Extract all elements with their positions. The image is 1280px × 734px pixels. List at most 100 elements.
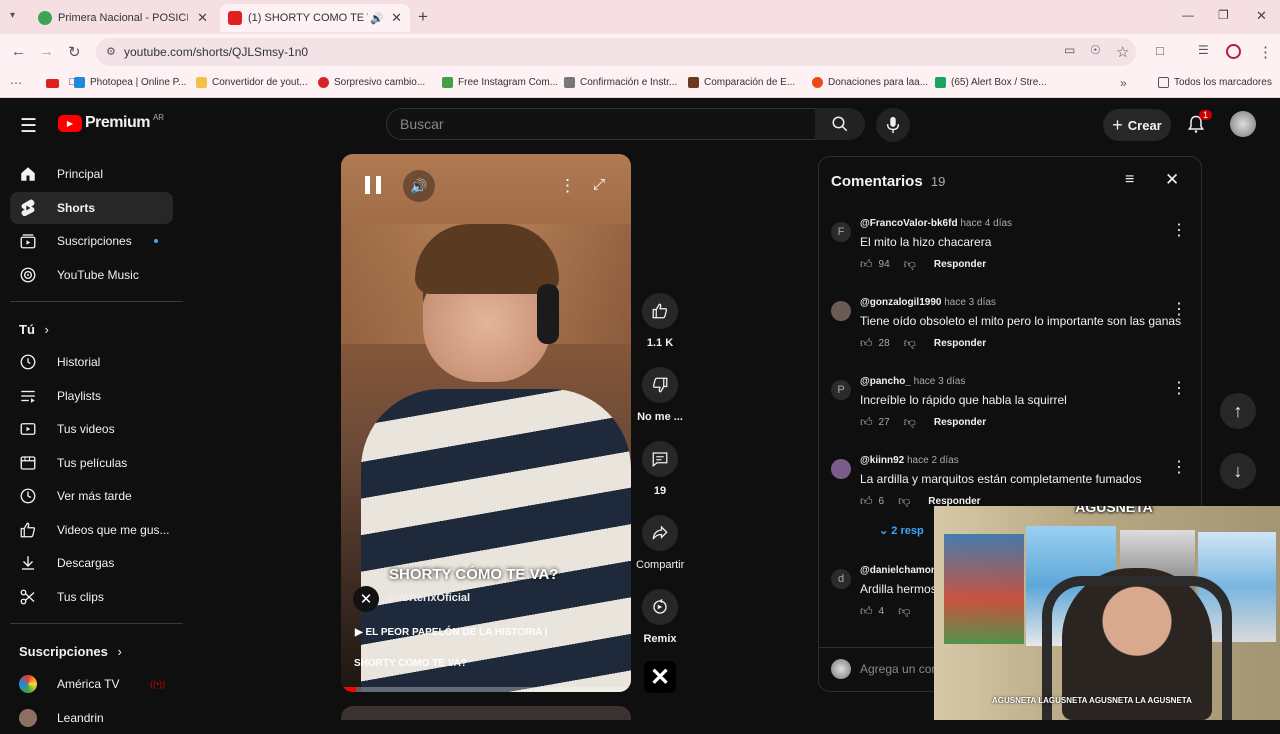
tab-shorty[interactable]: (1) SHORTY COMO TE VA? 🔊 ✕	[220, 4, 410, 32]
bookmark-donaciones[interactable]: Donaciones para laa...	[812, 77, 928, 88]
comment-avatar[interactable]: P	[831, 380, 851, 400]
thumbs-down-icon[interactable]: 👎︎	[904, 415, 916, 430]
account-avatar[interactable]	[1230, 111, 1256, 137]
comment-avatar[interactable]	[831, 301, 851, 321]
sidebar-item-tus-peliculas[interactable]: Tus películas	[10, 447, 173, 479]
comment-author[interactable]: @danielchamon	[860, 565, 937, 576]
sidebar-item-shorts[interactable]: Shorts	[10, 192, 173, 224]
media-icon[interactable]: ☰	[1198, 43, 1209, 57]
close-comments-icon[interactable]: ✕	[1165, 170, 1179, 190]
comment-more-icon[interactable]: ⋮	[1171, 457, 1187, 477]
new-tab-button[interactable]: +	[418, 7, 428, 27]
thumbs-down-icon[interactable]: 👎︎	[904, 257, 916, 272]
reply-button[interactable]: Responder	[934, 259, 986, 270]
comment-author[interactable]: @kiinn92	[860, 455, 904, 466]
thumbs-up-icon[interactable]: 👍︎	[860, 494, 873, 509]
bookmark-convertidor[interactable]: Convertidor de yout...	[196, 77, 308, 88]
video-title-line1[interactable]: ▶ EL PEOR PAPELÓN DE LA HISTORIA |	[355, 627, 548, 638]
sidebar-item-ver-mas-tarde[interactable]: Ver más tarde	[10, 480, 173, 512]
hamburger-menu-icon[interactable]: ☰	[20, 115, 37, 138]
comment-avatar[interactable]	[831, 459, 851, 479]
url-field[interactable]: ⚙ youtube.com/shorts/QJLSmsy-1n0	[96, 38, 1136, 66]
profile-icon[interactable]	[1226, 44, 1241, 59]
site-info-icon[interactable]: ⚙	[106, 45, 116, 58]
comment-avatar[interactable]: d	[831, 569, 851, 589]
bookmark-comparacion[interactable]: Comparación de E...	[688, 77, 795, 88]
channel-avatar[interactable]: ✕	[353, 586, 379, 612]
dislike-button[interactable]: No me ...	[636, 367, 684, 423]
remix-button[interactable]: Remix	[636, 589, 684, 645]
bookmark-photopea[interactable]: Photopea | Online P...	[74, 77, 186, 88]
bookmark-instagram[interactable]: Free Instagram Com...	[442, 77, 558, 88]
sidebar-item-youtube-music[interactable]: YouTube Music	[10, 259, 173, 291]
view-replies-button[interactable]: ⌄ 2 resp	[879, 524, 924, 537]
speaker-icon[interactable]: 🔊	[370, 12, 384, 25]
thumbs-up-icon[interactable]: 👍︎	[860, 415, 873, 430]
apps-icon[interactable]: ⋯	[10, 76, 22, 90]
thumbs-up-icon[interactable]: 👍︎	[860, 257, 873, 272]
bookmark-confirmacion[interactable]: Confirmación e Instr...	[564, 77, 677, 88]
bookmark-sorpresivo[interactable]: Sorpresivo cambio...	[318, 77, 425, 88]
bookmark-star-icon[interactable]: ☆	[1116, 43, 1129, 61]
tab-search-icon[interactable]: ▾	[10, 10, 15, 21]
sidebar-item-descargas[interactable]: Descargas	[10, 547, 173, 579]
pause-icon[interactable]	[365, 176, 381, 194]
maximize-button[interactable]: ❐	[1218, 8, 1229, 22]
comment-more-icon[interactable]: ⋮	[1171, 299, 1187, 319]
sidebar-item-historial[interactable]: Historial	[10, 346, 173, 378]
add-comment-input[interactable]: Agrega un com	[860, 662, 941, 676]
thumbs-up-icon[interactable]: 👍︎	[860, 336, 873, 351]
video-title-line2[interactable]: SHORTY COMO TE VA?	[354, 658, 467, 669]
forward-icon[interactable]: →	[39, 43, 54, 60]
reply-button[interactable]: Responder	[934, 417, 986, 428]
close-icon[interactable]: ✕	[391, 10, 402, 26]
sidebar-item-principal[interactable]: Principal	[10, 158, 173, 190]
next-short-button[interactable]: ↓	[1220, 453, 1256, 489]
comment-author[interactable]: @FrancoValor-bk6fd	[860, 218, 958, 229]
back-icon[interactable]: ←	[11, 43, 26, 60]
thumbs-down-icon[interactable]: 👎︎	[898, 494, 910, 509]
all-bookmarks-folder[interactable]: Todos los marcadores	[1158, 77, 1272, 88]
create-button[interactable]: + Crear	[1103, 109, 1171, 141]
sidebar-section-subscriptions[interactable]: Suscripciones ›	[19, 644, 122, 659]
youtube-bookmark-icon[interactable]	[46, 79, 59, 88]
install-icon[interactable]: ▭	[1064, 43, 1075, 57]
tab-primera-nacional[interactable]: Primera Nacional - POSICIONE ✕	[30, 4, 216, 32]
bookmark-alertbox[interactable]: (65) Alert Box / Stre...	[935, 77, 1047, 88]
sound-channel-avatar[interactable]: ✕	[644, 661, 676, 693]
comment-avatar[interactable]: F	[831, 222, 851, 242]
extensions-icon[interactable]: □	[1156, 43, 1164, 58]
search-button[interactable]	[815, 108, 865, 140]
sidebar-item-leandrin[interactable]: Leandrin	[10, 702, 173, 734]
sidebar-item-playlists[interactable]: Playlists	[10, 380, 173, 412]
close-window-button[interactable]: ✕	[1256, 8, 1267, 24]
sidebar-item-america-tv[interactable]: América TV ((•))	[10, 668, 173, 700]
channel-name[interactable]: @VorterixOficial	[385, 592, 470, 604]
comment-more-icon[interactable]: ⋮	[1171, 220, 1187, 240]
like-button[interactable]: 1.1 K	[636, 293, 684, 349]
voice-search-button[interactable]	[876, 108, 910, 142]
notifications-button[interactable]: 1	[1186, 110, 1213, 139]
sidebar-item-tus-clips[interactable]: Tus clips	[10, 581, 173, 613]
progress-track[interactable]	[341, 687, 631, 692]
fullscreen-icon[interactable]: ⤢	[593, 176, 605, 193]
thumbs-down-icon[interactable]: 👎︎	[904, 336, 916, 351]
thumbs-up-icon[interactable]: 👍︎	[860, 604, 873, 619]
comment-author[interactable]: @pancho_	[860, 376, 911, 387]
eye-off-icon[interactable]: ☉	[1090, 43, 1101, 57]
minimize-button[interactable]: —	[1182, 8, 1194, 22]
sidebar-item-tus-videos[interactable]: Tus videos	[10, 413, 173, 445]
sidebar-section-you[interactable]: Tú ›	[19, 322, 49, 337]
close-icon[interactable]: ✕	[197, 10, 208, 26]
comment-author[interactable]: @gonzalogil1990	[860, 297, 941, 308]
sidebar-item-suscripciones[interactable]: Suscripciones	[10, 225, 173, 257]
video-more-icon[interactable]: ⋮	[559, 176, 576, 196]
sidebar-item-videos-que-me-gustan[interactable]: Videos que me gus...	[10, 514, 173, 546]
comment-more-icon[interactable]: ⋮	[1171, 378, 1187, 398]
sort-icon[interactable]: ≡	[1125, 171, 1134, 189]
more-bookmarks-icon[interactable]: »	[1120, 76, 1127, 90]
short-video-player[interactable]: 🔊 ⋮ ⤢ SHORTY CÓMO TE VA? ✕ @VorterixOfic…	[341, 154, 631, 692]
comments-button[interactable]: 19	[636, 441, 684, 497]
previous-short-button[interactable]: ↑	[1220, 393, 1256, 429]
search-input[interactable]: Buscar	[386, 108, 816, 140]
